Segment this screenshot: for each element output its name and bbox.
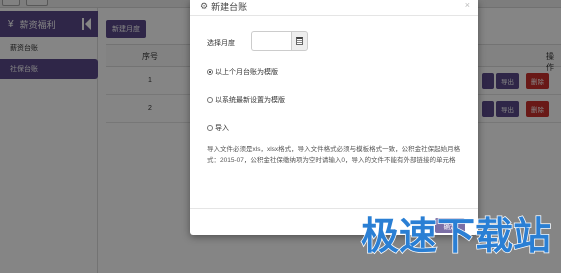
radio-option-system-template[interactable]: 以系统最新设置为模版 (207, 95, 285, 105)
dialog-title: ⚙ 新建台账 (200, 0, 247, 13)
radio-label: 以上个月台账为模版 (215, 69, 278, 76)
svg-text:极速下载站: 极速下载站 (361, 214, 551, 258)
radio-label: 导入 (215, 125, 229, 132)
dialog-header: ⚙ 新建台账 × (190, 0, 478, 16)
radio-option-import[interactable]: 导入 (207, 123, 229, 133)
month-field-label: 选择月度 (207, 40, 235, 47)
month-input[interactable] (251, 31, 291, 51)
watermark-logo: 极速下载站 (357, 203, 557, 263)
import-help-text: 导入文件必须是xls，xlsx格式，导入文件格式必须与模板格式一致，公积金社保起… (207, 146, 461, 164)
radio-button[interactable] (207, 69, 213, 75)
new-ledger-dialog: ⚙ 新建台账 × 选择月度 以上个月台账为模版 以系统最新设置为模版 导入 导入… (190, 0, 478, 235)
radio-label: 以系统最新设置为模版 (215, 97, 285, 104)
gear-icon: ⚙ (200, 1, 209, 11)
radio-option-last-month-template[interactable]: 以上个月台账为模版 (207, 67, 278, 77)
close-icon[interactable]: × (465, 0, 470, 10)
radio-button[interactable] (207, 97, 213, 103)
dialog-title-text: 新建台账 (211, 2, 248, 12)
calendar-button[interactable] (291, 31, 308, 51)
calendar-icon (296, 37, 303, 45)
radio-button[interactable] (207, 125, 213, 131)
